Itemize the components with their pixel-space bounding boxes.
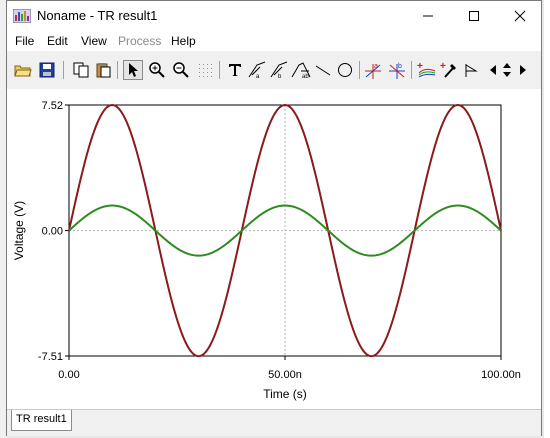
- flag-icon: [465, 64, 478, 77]
- copy-button[interactable]: [71, 60, 91, 80]
- zoom-out-button[interactable]: [171, 60, 191, 80]
- minimize-icon: [423, 15, 433, 17]
- x-tick-label: 50.00n: [268, 369, 302, 381]
- cursor-ab-icon: ab: [291, 62, 311, 79]
- app-icon: [13, 9, 31, 23]
- paste-icon: [96, 63, 111, 78]
- y-tick-label: 7.52: [42, 100, 63, 112]
- title-bar[interactable]: Noname - TR result1: [7, 1, 541, 31]
- tab-strip: TR result1: [7, 409, 541, 436]
- zoom-in-button[interactable]: [147, 60, 167, 80]
- add-curve-icon: +: [417, 61, 436, 78]
- paste-button[interactable]: [93, 60, 113, 80]
- svg-text:a: a: [374, 63, 378, 70]
- line-button[interactable]: [313, 60, 333, 80]
- flag-button[interactable]: [461, 60, 481, 80]
- svg-text:b: b: [398, 63, 402, 70]
- svg-text:a: a: [256, 74, 260, 79]
- text-tool-button[interactable]: [225, 60, 245, 80]
- menu-edit[interactable]: Edit: [47, 34, 68, 48]
- minimize-button[interactable]: [405, 1, 451, 31]
- ellipse-icon: [338, 63, 352, 77]
- marker-a-button[interactable]: a: [363, 60, 383, 80]
- copy-icon: [73, 62, 89, 78]
- text-icon: [229, 64, 241, 76]
- menu-file[interactable]: File: [15, 34, 34, 48]
- result-window: Noname - TR result1 File Edit View Proce…: [6, 0, 542, 436]
- y-axis-label: Voltage (V): [12, 201, 26, 260]
- grid-button[interactable]: [195, 60, 215, 80]
- save-button[interactable]: [37, 60, 57, 80]
- add-curve-button[interactable]: +: [417, 60, 437, 80]
- y-tick-label: -7.51: [38, 351, 63, 363]
- svg-text:+: +: [440, 61, 446, 72]
- marker-a-icon: a: [365, 63, 381, 79]
- zoom-in-icon: [149, 62, 165, 78]
- menu-help[interactable]: Help: [171, 34, 196, 48]
- svg-text:b: b: [278, 74, 282, 79]
- marker-b-button[interactable]: b: [387, 60, 407, 80]
- window-title: Noname - TR result1: [37, 8, 158, 23]
- cursor-b-button[interactable]: b: [269, 60, 289, 80]
- x-tick-label: 100.00n: [481, 369, 521, 381]
- pick-color-icon: +: [440, 61, 456, 78]
- maximize-icon: [469, 11, 479, 21]
- close-icon: [514, 10, 526, 22]
- menu-bar: File Edit View Process Help: [7, 31, 541, 51]
- svg-text:ab: ab: [302, 74, 309, 79]
- x-axis-label: Time (s): [263, 387, 307, 401]
- tab-tr-result1[interactable]: TR result1: [11, 410, 72, 431]
- marker-b-icon: b: [389, 63, 405, 79]
- voltage-time-chart: 7.52 0.00 -7.51 0.00 50.00n 100.00n Time (s) Vo…: [12, 100, 521, 401]
- cursor-a-icon: a: [248, 61, 266, 79]
- plot-area[interactable]: 7.52 0.00 -7.51 0.00 50.00n 100.00n Time (s) Vo…: [7, 89, 541, 409]
- ellipse-button[interactable]: [335, 60, 355, 80]
- toolbar: a b ab a b + +: [7, 51, 541, 90]
- x-tick-label: 0.00: [58, 369, 79, 381]
- cursor-a-button[interactable]: a: [247, 60, 267, 80]
- scroll-right-button[interactable]: [513, 60, 533, 80]
- cursor-b-icon: b: [270, 61, 288, 79]
- zoom-out-icon: [173, 62, 189, 78]
- grid-icon: [199, 64, 212, 77]
- pointer-icon: [129, 63, 138, 77]
- menu-process[interactable]: Process: [118, 34, 161, 48]
- cursor-ab-button[interactable]: ab: [291, 60, 311, 80]
- save-icon: [39, 62, 55, 78]
- select-tool-button[interactable]: [123, 60, 143, 80]
- y-tick-label: 0.00: [42, 226, 63, 238]
- background-window-edge-right: [544, 0, 550, 438]
- open-folder-icon: [14, 65, 32, 77]
- close-button[interactable]: [497, 1, 543, 31]
- scroll-arrows-icon: [503, 63, 511, 77]
- open-button[interactable]: [13, 60, 33, 80]
- pick-color-button[interactable]: +: [439, 60, 459, 80]
- maximize-button[interactable]: [451, 1, 497, 31]
- menu-view[interactable]: View: [81, 34, 107, 48]
- arrow-right-icon: [520, 65, 526, 75]
- line-icon: [315, 65, 331, 76]
